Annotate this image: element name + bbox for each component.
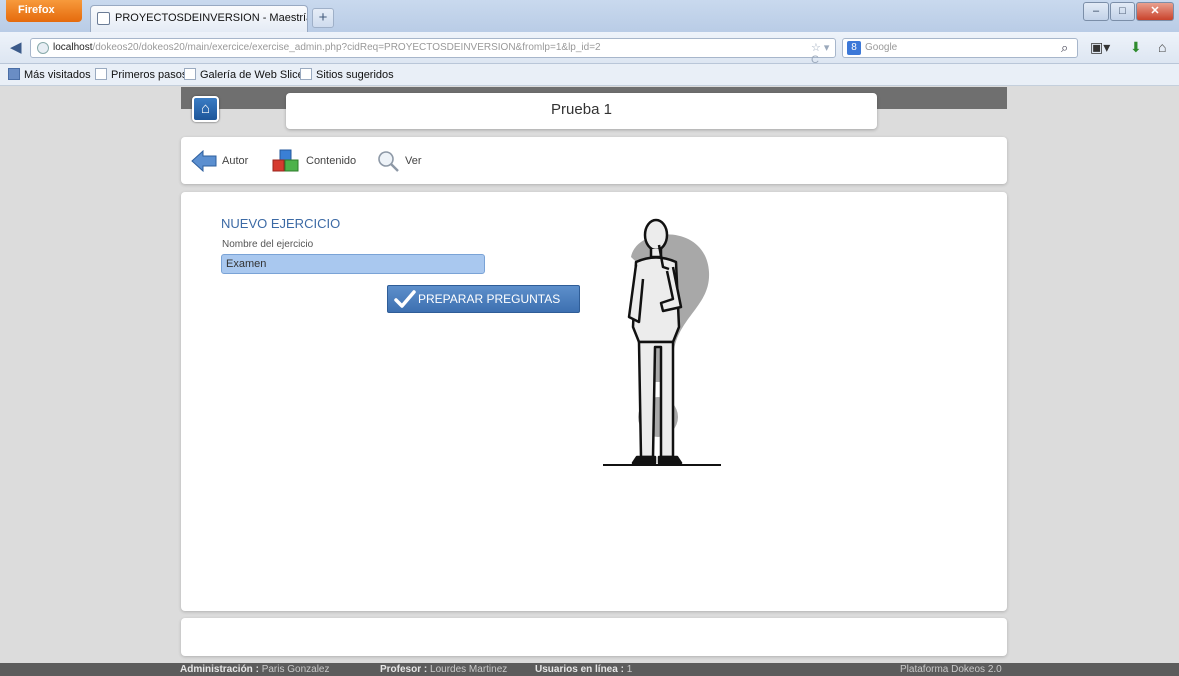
bookmark-primeros-pasos[interactable]: Primeros pasos — [95, 68, 187, 81]
bookmark-mas-visitados[interactable]: Más visitados — [8, 68, 91, 81]
maximize-icon[interactable]: □ — [1110, 2, 1135, 21]
browser-titlebar: Firefox PROYECTOSDEINVERSION - Maestría … — [0, 0, 1179, 32]
footer-platform[interactable]: Plataforma Dokeos 2.0 — [900, 664, 1002, 675]
site-identity-icon[interactable] — [37, 42, 49, 54]
search-icon[interactable]: ⌕ — [1061, 40, 1068, 56]
firefox-menu-button[interactable]: Firefox — [6, 0, 82, 22]
checkmark-icon — [394, 290, 416, 308]
exercise-heading: NUEVO EJERCICIO — [221, 216, 341, 231]
home-icon: ⌂ — [200, 100, 211, 117]
close-icon[interactable]: ✕ — [1136, 2, 1174, 21]
course-home-button[interactable]: ⌂ — [192, 96, 219, 122]
search-engine-icon[interactable]: 8 — [847, 41, 861, 55]
magnifier-icon — [378, 151, 399, 172]
blocks-icon — [272, 149, 299, 172]
exercise-name-label: Nombre del ejercicio — [222, 239, 314, 250]
bottom-panel — [181, 618, 1007, 656]
minimize-icon[interactable]: – — [1083, 2, 1109, 21]
url-text: localhost/dokeos20/dokeos20/main/exercic… — [53, 42, 601, 53]
prepare-questions-label: PREPARAR PREGUNTAS — [418, 292, 561, 306]
download-icon[interactable]: ⬇ — [1130, 39, 1142, 56]
back-arrow-icon[interactable]: ◀ — [10, 38, 22, 56]
footer-teacher: Profesor : Lourdes Martinez — [380, 664, 508, 675]
platform-footer: Administración : Paris Gonzalez Profesor… — [0, 663, 1179, 676]
page-menu-icon[interactable]: ▣▾ — [1090, 39, 1110, 56]
bookmark-icon — [184, 68, 196, 80]
new-tab-button[interactable]: + — [312, 8, 334, 28]
toolbar-contenido[interactable]: Contenido — [271, 147, 356, 175]
exercise-panel: NUEVO EJERCICIO Nombre del ejercicio PRE… — [181, 192, 1007, 611]
toolbar-autor[interactable]: Autor — [191, 147, 248, 175]
tab-title: PROYECTOSDEINVERSION - Maestría en ... — [115, 12, 308, 24]
footer-online-users[interactable]: Usuarios en línea : 1 — [535, 664, 632, 675]
toolbar-autor-label: Autor — [222, 155, 249, 167]
page-title: Prueba 1 — [286, 93, 877, 129]
navigation-bar: ◀ localhost/dokeos20/dokeos20/main/exerc… — [0, 32, 1179, 66]
back-arrow-icon — [191, 150, 217, 173]
bookmark-galeria-web-slice[interactable]: Galería de Web Slice — [184, 68, 304, 81]
bookmark-icon — [8, 68, 20, 80]
window-controls: – □ ✕ — [1083, 2, 1175, 21]
page-favicon-icon — [97, 12, 110, 25]
home-icon[interactable]: ⌂ — [1158, 39, 1166, 55]
page-viewport: ⌂ Prueba 1 Autor Contenido Ver NUEVO EJE… — [0, 87, 1179, 663]
search-input[interactable]: Google — [865, 42, 897, 53]
thinking-person-illustration — [603, 218, 721, 466]
exercise-name-input[interactable] — [221, 254, 485, 274]
course-toolbar: Autor Contenido Ver — [181, 137, 1007, 184]
toolbar-ver-label: Ver — [405, 155, 422, 167]
bookmarks-toolbar: Más visitados Primeros pasos Galería de … — [0, 64, 1179, 86]
bookmark-star-icon[interactable]: ☆ ▾ C — [811, 41, 835, 66]
address-bar[interactable]: localhost/dokeos20/dokeos20/main/exercic… — [30, 38, 836, 66]
toolbar-ver[interactable]: Ver — [376, 147, 422, 175]
browser-tab[interactable]: PROYECTOSDEINVERSION - Maestría en ... — [90, 5, 308, 32]
bookmark-icon — [95, 68, 107, 80]
footer-admin: Administración : Paris Gonzalez — [180, 664, 330, 675]
search-bar[interactable]: 8 Google ⌕ — [842, 38, 1078, 58]
bookmark-sitios-sugeridos[interactable]: Sitios sugeridos — [300, 68, 394, 81]
toolbar-contenido-label: Contenido — [306, 155, 357, 167]
bookmark-icon — [300, 68, 312, 80]
prepare-questions-button[interactable]: PREPARAR PREGUNTAS — [387, 285, 580, 313]
